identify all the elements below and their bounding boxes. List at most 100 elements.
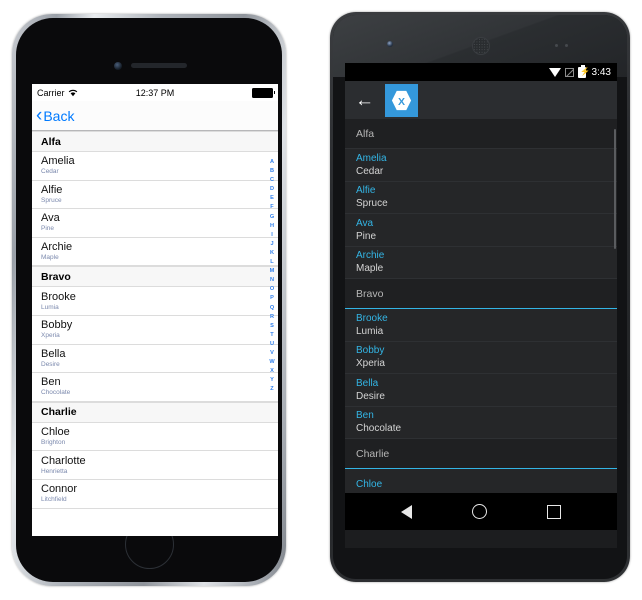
ios-section-index-bar[interactable]: ABCDEFGHIJKLMNOPQRSTUVWXYZ <box>267 158 277 394</box>
list-item-detail: Xperia <box>41 332 60 340</box>
ios-status-bar: Carrier 12:37 PM <box>32 84 278 101</box>
list-item-detail: Lumia <box>356 325 384 337</box>
list-item-name: Alfie <box>41 183 63 196</box>
index-letter[interactable]: V <box>270 349 274 358</box>
list-item-name: Ava <box>41 212 60 225</box>
android-screen: ⚡ 3:43 ← X Alfa Amelia Cedar Alfie Spruce Ava… <box>345 63 617 548</box>
index-letter[interactable]: I <box>271 231 273 240</box>
iphone-device: Carrier 12:37 PM ‹ Back Alfa Amelia Ceda… <box>12 14 286 586</box>
list-item[interactable]: Chloe <box>345 469 617 493</box>
svg-text:X: X <box>398 95 405 107</box>
list-item-detail: Maple <box>356 263 384 275</box>
index-letter[interactable]: H <box>270 222 274 231</box>
list-item[interactable]: Brooke Lumia <box>345 309 617 342</box>
nav-back-icon[interactable] <box>401 504 412 519</box>
nav-home-icon[interactable] <box>472 504 487 519</box>
android-contact-list[interactable]: Alfa Amelia Cedar Alfie Spruce Ava Pine Archie M… <box>345 119 617 493</box>
index-letter[interactable]: O <box>270 285 274 294</box>
index-letter[interactable]: R <box>270 313 274 322</box>
list-item-name: Archie <box>41 241 73 254</box>
index-letter[interactable]: W <box>269 358 274 367</box>
list-item-name: Ava <box>356 217 374 229</box>
list-item-name: Amelia <box>41 155 75 168</box>
back-button[interactable]: ‹ Back <box>36 106 74 125</box>
index-letter[interactable]: J <box>270 240 273 249</box>
list-item-detail: Spruce <box>356 198 388 210</box>
list-item[interactable]: Amelia Cedar <box>32 152 278 181</box>
ios-carrier-label: Carrier <box>37 87 65 98</box>
android-bezel: ⚡ 3:43 ← X Alfa Amelia Cedar Alfie Spruce Ava… <box>333 15 627 579</box>
section-header-label: Alfa <box>356 127 375 140</box>
list-item[interactable]: Alfie Spruce <box>32 180 278 210</box>
list-item[interactable]: Ben Chocolate <box>345 406 617 439</box>
list-item-name: Chloe <box>41 426 70 439</box>
index-letter[interactable]: Z <box>270 385 273 394</box>
list-item[interactable]: Bobby Xperia <box>345 341 617 374</box>
list-item-name: Ben <box>356 410 374 422</box>
list-item-name: Bobby <box>41 319 73 332</box>
list-item-name: Chloe <box>356 479 383 491</box>
index-letter[interactable]: B <box>270 167 274 176</box>
list-item-detail: Litchfield <box>41 496 67 504</box>
wifi-icon <box>548 67 561 77</box>
index-letter[interactable]: G <box>270 213 274 222</box>
list-item-detail: Xperia <box>356 358 385 370</box>
index-letter[interactable]: A <box>270 158 274 167</box>
index-letter[interactable]: Q <box>270 304 274 313</box>
index-letter[interactable]: N <box>270 276 274 285</box>
section-header-label: Bravo <box>356 287 384 300</box>
index-letter[interactable]: T <box>270 331 273 340</box>
list-item-detail: Desire <box>356 390 385 402</box>
chevron-left-icon: ‹ <box>36 105 43 126</box>
list-item-name: Bobby <box>356 345 385 357</box>
index-letter[interactable]: D <box>270 185 274 194</box>
list-item[interactable]: Ava Pine <box>32 209 278 238</box>
list-section-header: Bravo <box>345 279 617 309</box>
list-item[interactable]: Archie Maple <box>345 246 617 279</box>
index-letter[interactable]: E <box>270 194 274 203</box>
list-item[interactable]: Brooke Lumia <box>32 287 278 316</box>
ios-status-right <box>252 87 275 98</box>
cellular-signal-off-icon <box>564 67 574 77</box>
index-letter[interactable]: L <box>270 258 273 267</box>
list-section-header: Alfa <box>32 131 278 152</box>
wifi-icon <box>68 89 77 96</box>
list-item[interactable]: Alfie Spruce <box>345 181 617 214</box>
list-item-name: Ben <box>41 376 61 389</box>
list-item[interactable]: Ava Pine <box>345 214 617 247</box>
list-item[interactable]: Bobby Xperia <box>32 315 278 345</box>
arrow-left-icon[interactable]: ← <box>355 91 374 110</box>
list-item[interactable]: Archie Maple <box>32 237 278 267</box>
index-letter[interactable]: S <box>270 322 274 331</box>
section-header-label: Charlie <box>41 406 77 419</box>
list-item-name: Alfie <box>356 185 376 197</box>
front-camera-icon <box>114 62 122 70</box>
list-section-header: Alfa <box>345 119 617 149</box>
nav-recents-icon[interactable] <box>547 504 561 519</box>
index-letter[interactable]: C <box>270 176 274 185</box>
index-letter[interactable]: X <box>270 367 274 376</box>
list-item[interactable]: Connor Litchfield <box>32 479 278 509</box>
list-item-detail: Brighton <box>41 439 66 447</box>
index-letter[interactable]: M <box>270 267 275 276</box>
list-item[interactable]: Ben Chocolate <box>32 373 278 402</box>
section-header-label: Alfa <box>41 135 61 148</box>
index-letter[interactable]: F <box>270 203 273 212</box>
list-item[interactable]: Bella Desire <box>345 374 617 407</box>
list-item-detail: Pine <box>356 230 377 242</box>
battery-charging-icon: ⚡ <box>577 65 590 78</box>
index-letter[interactable]: P <box>270 294 274 303</box>
iphone-bezel: Carrier 12:37 PM ‹ Back Alfa Amelia Ceda… <box>16 18 282 582</box>
list-section-header: Charlie <box>32 401 278 423</box>
index-letter[interactable]: K <box>270 249 274 258</box>
index-letter[interactable]: Y <box>270 376 274 385</box>
list-item[interactable]: Bella Desire <box>32 344 278 374</box>
list-item[interactable]: Charlotte Henrietta <box>32 451 278 480</box>
list-item-detail: Chocolate <box>356 423 402 435</box>
scrollbar-thumb[interactable] <box>614 129 616 249</box>
index-letter[interactable]: U <box>270 340 274 349</box>
ios-contact-list[interactable]: Alfa Amelia Cedar Alfie Spruce Ava Pine Archie M… <box>32 131 278 536</box>
earpiece-speaker <box>131 63 187 68</box>
list-item[interactable]: Amelia Cedar <box>345 149 617 182</box>
list-item[interactable]: Chloe Brighton <box>32 422 278 452</box>
